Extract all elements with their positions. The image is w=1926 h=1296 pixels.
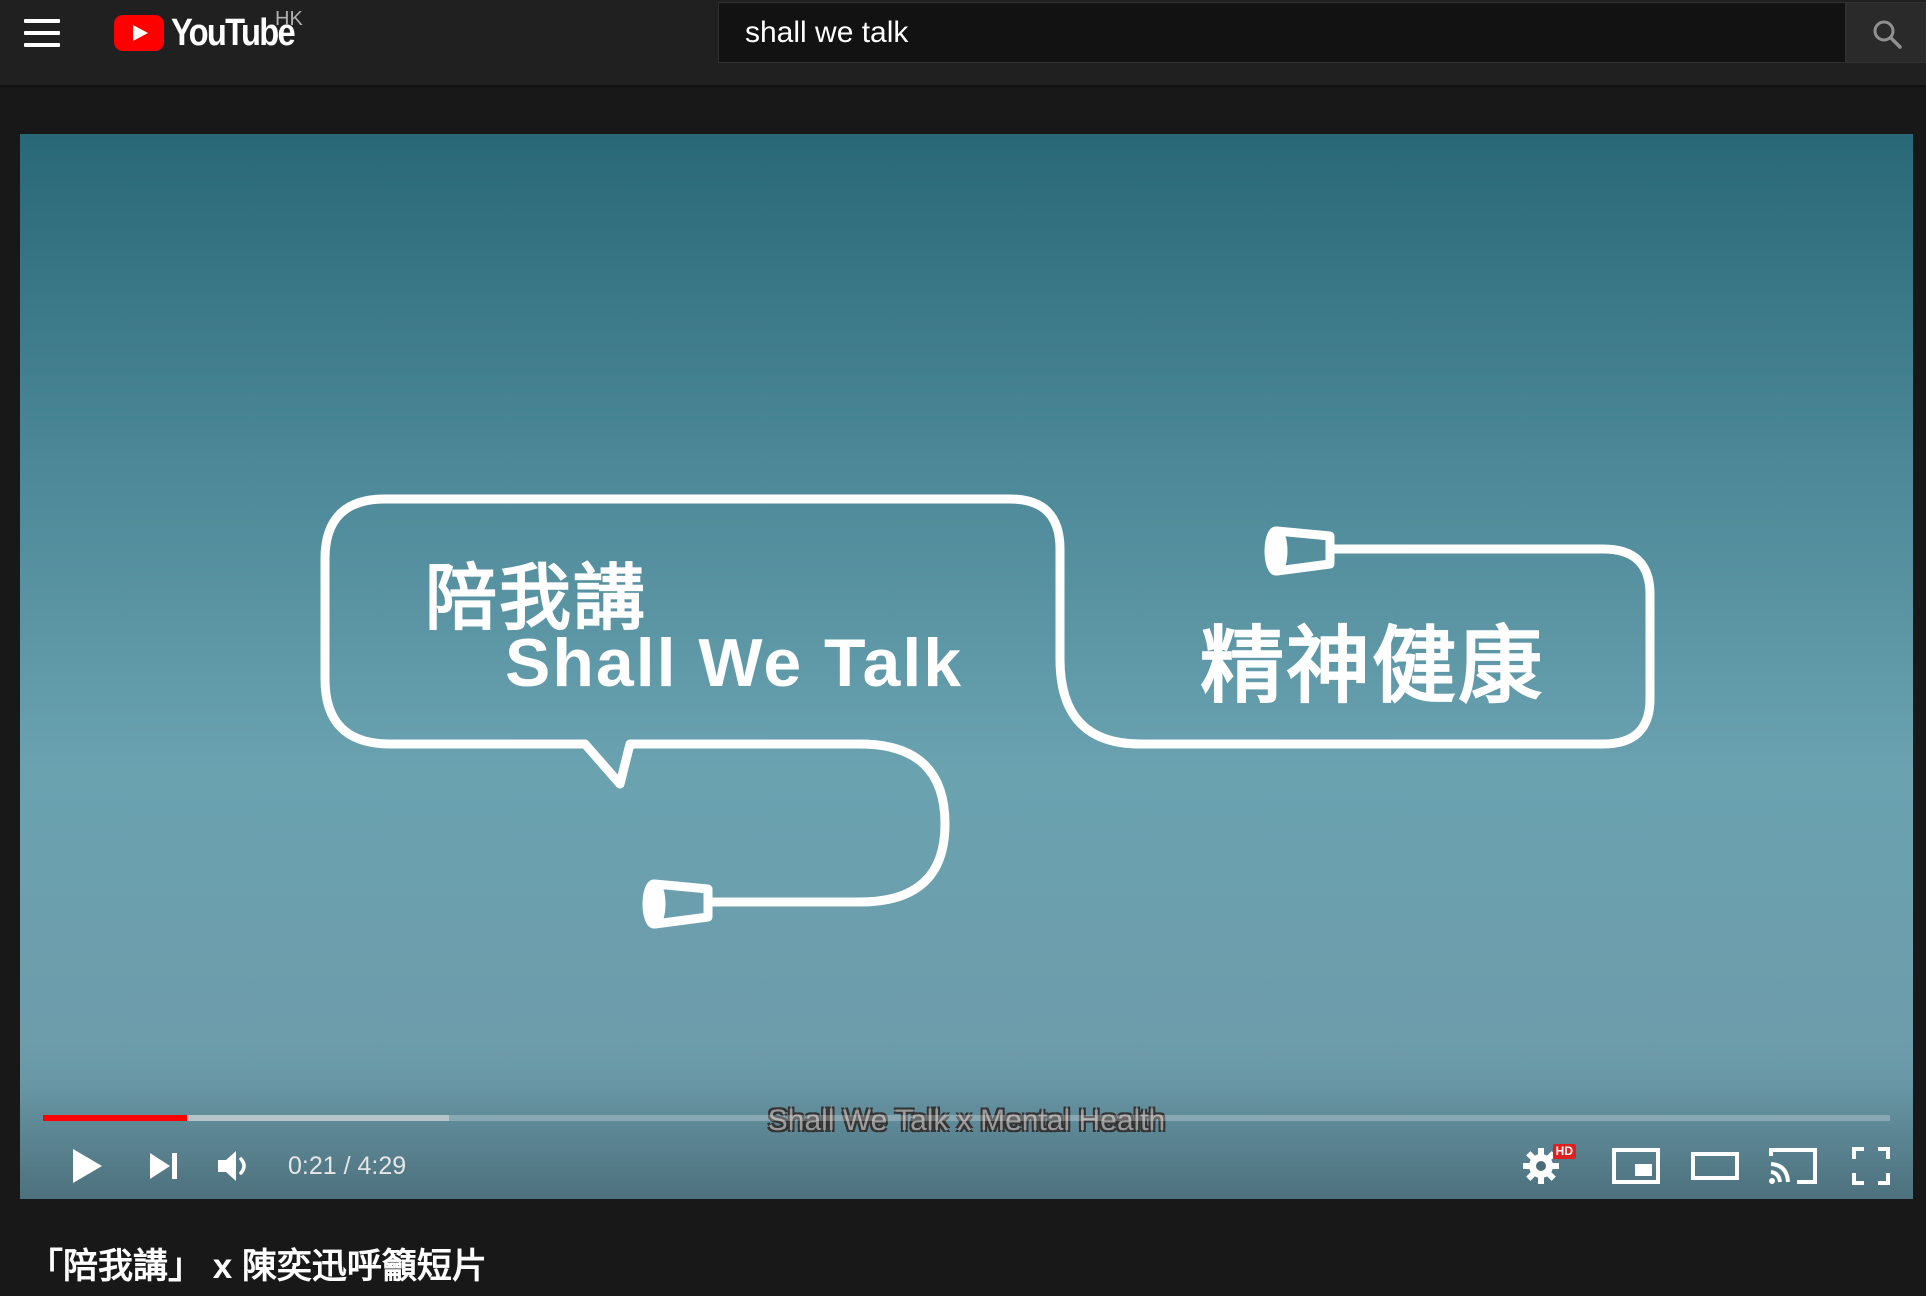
region-label: HK: [275, 8, 303, 30]
hd-badge: HD: [1552, 1144, 1576, 1159]
search-button[interactable]: [1846, 2, 1926, 63]
play-button[interactable]: [62, 1142, 112, 1190]
cast-icon: [1769, 1148, 1817, 1184]
video-player[interactable]: 陪我講 Shall We Talk 精神健康 Shall We Talk x M…: [20, 134, 1913, 1199]
fullscreen-icon: [1852, 1147, 1890, 1185]
settings-button[interactable]: HD: [1514, 1142, 1576, 1190]
frame-text-english-title: Shall We Talk: [505, 625, 964, 701]
search-input[interactable]: [745, 15, 1819, 50]
next-button[interactable]: [138, 1142, 188, 1190]
progress-played: [43, 1115, 188, 1121]
video-title: 「陪我講」 x 陳奕迅呼籲短片: [28, 1247, 487, 1286]
mute-button[interactable]: [210, 1142, 260, 1190]
frame-text-mental-health: 精神健康: [1200, 619, 1545, 713]
menu-icon[interactable]: [22, 18, 62, 48]
theater-mode-icon: [1691, 1152, 1739, 1180]
caption-text: Shall We Talk x Mental Health: [767, 1104, 1166, 1137]
search-box[interactable]: [718, 2, 1846, 63]
volume-icon: [218, 1151, 246, 1181]
player-controls: 0:21 / 4:29 HD: [20, 1134, 1913, 1199]
masthead: YouTube HK: [0, 0, 1926, 87]
cast-button[interactable]: [1764, 1142, 1822, 1190]
play-icon: [73, 1149, 102, 1183]
theater-mode-button[interactable]: [1687, 1142, 1743, 1190]
youtube-play-logo-icon: [114, 15, 164, 51]
time-display: 0:21 / 4:29: [288, 1152, 407, 1180]
progress-bar[interactable]: [43, 1115, 1890, 1121]
miniplayer-button[interactable]: [1608, 1142, 1664, 1190]
speech-bubbles-graphic: [320, 494, 1655, 929]
search-icon: [1873, 20, 1902, 49]
fullscreen-button[interactable]: [1846, 1142, 1896, 1190]
miniplayer-icon: [1612, 1148, 1660, 1184]
youtube-logo[interactable]: YouTube HK: [114, 8, 314, 54]
skip-next-icon: [150, 1153, 177, 1179]
